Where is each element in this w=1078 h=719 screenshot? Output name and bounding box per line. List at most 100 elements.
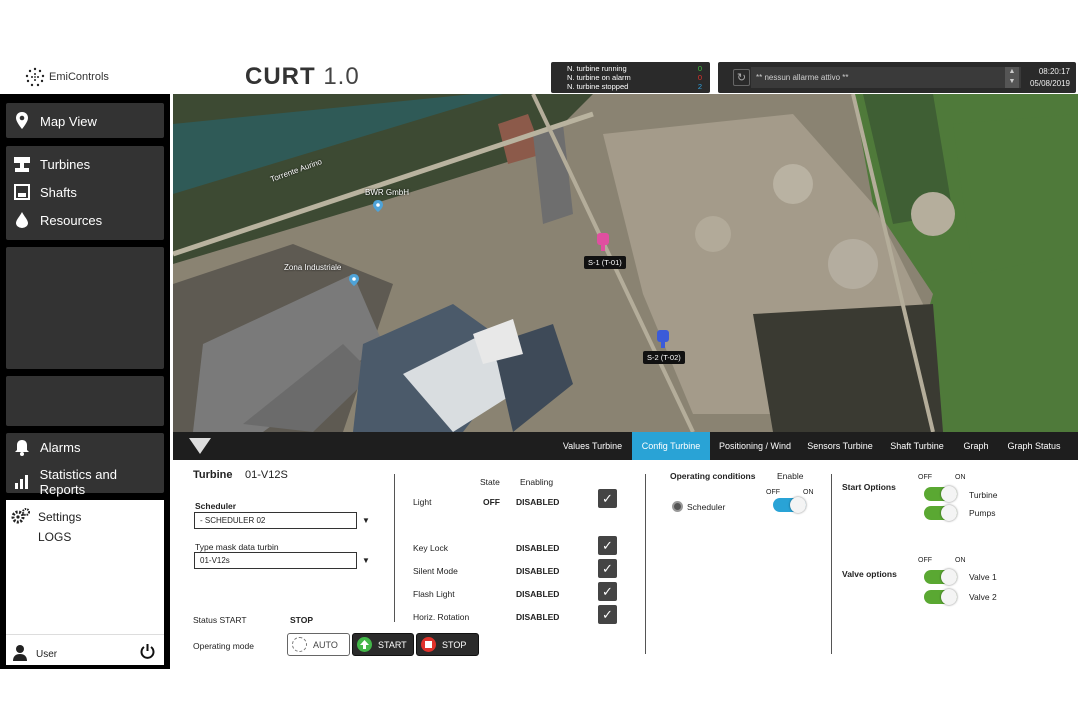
nav-statistics-label: Statistics and Reports xyxy=(39,467,117,497)
operating-conditions-title: Operating conditions xyxy=(670,471,756,481)
valve2-toggle[interactable] xyxy=(924,589,957,605)
tab-shaft-turbine[interactable]: Shaft Turbine xyxy=(888,432,946,460)
nav-map-view[interactable]: Map View xyxy=(6,112,97,130)
nav-group-resources: Turbines Shafts Resources xyxy=(6,146,164,240)
refresh-icon[interactable]: ↻ xyxy=(733,69,750,86)
start-option-pumps: Pumps xyxy=(969,508,996,518)
function-light-state: OFF xyxy=(483,497,500,507)
operating-mode-label: Operating mode xyxy=(193,641,254,651)
collapse-triangle-icon[interactable] xyxy=(189,438,211,454)
nav-turbines[interactable]: Turbines xyxy=(6,156,90,173)
emicontrols-logo-icon xyxy=(25,67,45,87)
nav-empty-panel-1 xyxy=(6,247,164,369)
nav-alarms[interactable]: Alarms xyxy=(6,439,80,456)
nav-group-map: Map View xyxy=(6,103,164,138)
flash-light-checkbox[interactable]: ✓ xyxy=(598,582,617,601)
map-label-zona: Zona Industriale xyxy=(284,263,342,272)
satellite-map[interactable]: Torrente Aurino BWR GmbH Zona Industrial… xyxy=(173,94,1078,432)
nav-map-view-label: Map View xyxy=(40,113,97,129)
toggle-knob xyxy=(941,589,957,605)
enabling-header: Enabling xyxy=(520,477,554,487)
toggle-knob xyxy=(790,497,806,513)
config-panel: Turbine 01-V12S Scheduler - SCHEDULER 02… xyxy=(173,460,1078,669)
chevron-down-icon[interactable]: ▼ xyxy=(362,516,370,525)
turbine-marker-s2-icon[interactable] xyxy=(656,329,670,349)
scheduler-condition-label: Scheduler xyxy=(687,502,726,512)
turbine-marker-s1-icon[interactable] xyxy=(596,232,610,252)
tab-graph-status[interactable]: Graph Status xyxy=(1003,432,1065,460)
function-rotation-name: Horiz. Rotation xyxy=(413,612,470,622)
tab-graph[interactable]: Graph xyxy=(959,432,993,460)
function-rotation-enabling: DISABLED xyxy=(516,612,560,622)
check-icon: ✓ xyxy=(602,560,613,576)
scheduler-label: Scheduler xyxy=(195,501,237,511)
divider xyxy=(645,474,646,654)
start-button-label: START xyxy=(378,639,407,650)
summary-alarm-value: 0 xyxy=(697,73,702,82)
nav-group-settings: Settings LOGS xyxy=(6,500,164,634)
turbine-label-s1[interactable]: S-1 (T-01) xyxy=(584,256,626,269)
nav-statistics[interactable]: Statistics and Reports xyxy=(6,467,164,497)
start-arrow-icon xyxy=(357,637,372,652)
scroll-down-icon[interactable]: ▼ xyxy=(1005,77,1019,87)
company-name: EmiControls xyxy=(49,71,109,83)
valve1-toggle[interactable] xyxy=(924,569,957,585)
power-icon[interactable] xyxy=(139,643,156,665)
start-option-turbine: Turbine xyxy=(969,490,998,500)
function-flash-enabling: DISABLED xyxy=(516,589,560,599)
turbine-start-toggle[interactable] xyxy=(924,486,957,502)
oc-on-label: ON xyxy=(803,489,814,496)
summary-stopped-label: N. turbine stopped xyxy=(567,82,629,91)
app-brand: CURT 1.0 xyxy=(245,63,360,91)
tab-config-turbine[interactable]: Config Turbine xyxy=(632,432,710,460)
nav-logs[interactable]: LOGS xyxy=(38,530,71,544)
stop-button[interactable]: STOP xyxy=(416,633,479,656)
water-drop-icon xyxy=(10,212,34,228)
valve-option-2: Valve 2 xyxy=(969,592,997,602)
nav-shafts-label: Shafts xyxy=(40,184,77,200)
type-mask-select[interactable]: 01-V12s xyxy=(194,552,357,569)
nav-settings[interactable]: Settings xyxy=(38,510,81,524)
keylock-checkbox[interactable]: ✓ xyxy=(598,536,617,555)
tab-values-turbine[interactable]: Values Turbine xyxy=(559,432,626,460)
map-label-bwr: BWR GmbH xyxy=(365,188,409,197)
auto-button-label: AUTO xyxy=(313,639,338,650)
silent-mode-checkbox[interactable]: ✓ xyxy=(598,559,617,578)
light-checkbox[interactable]: ✓ xyxy=(598,489,617,508)
oc-off-label: OFF xyxy=(766,489,780,496)
chevron-down-icon[interactable]: ▼ xyxy=(362,556,370,565)
start-on-label: ON xyxy=(955,474,966,481)
scroll-up-icon[interactable]: ▲ xyxy=(1005,67,1019,77)
nav-shafts[interactable]: Shafts xyxy=(6,184,77,200)
scheduler-select[interactable]: - SCHEDULER 02 xyxy=(194,512,357,529)
scheduler-enable-toggle[interactable] xyxy=(773,497,806,513)
app-window: EmiControls CURT 1.0 N. turbine running … xyxy=(0,0,1078,719)
turbine-summary-panel: N. turbine running 0 N. turbine on alarm… xyxy=(551,62,710,93)
clock-date: 05/08/2019 xyxy=(1029,79,1070,88)
valve-on-label: ON xyxy=(955,557,966,564)
pumps-start-toggle[interactable] xyxy=(924,505,957,521)
tab-sensors-turbine[interactable]: Sensors Turbine xyxy=(806,432,874,460)
turbine-value: 01-V12S xyxy=(245,469,288,481)
alarm-scrollbar[interactable]: ▲ ▼ xyxy=(1005,67,1019,88)
scheduler-radio[interactable] xyxy=(672,501,683,512)
nav-resources[interactable]: Resources xyxy=(6,212,102,228)
valve-options-title: Valve options xyxy=(842,569,897,579)
clock-time: 08:20:17 xyxy=(1038,67,1070,76)
start-button[interactable]: START xyxy=(352,633,414,656)
map-pin-icon xyxy=(10,112,34,130)
summary-running-value: 0 xyxy=(697,64,702,73)
user-icon xyxy=(12,644,28,666)
nav-resources-label: Resources xyxy=(40,212,103,228)
shaft-icon xyxy=(10,184,34,200)
turbine-label-s2[interactable]: S-2 (T-02) xyxy=(643,351,685,364)
user-label[interactable]: User xyxy=(36,649,57,660)
function-flash-name: Flash Light xyxy=(413,589,455,599)
function-light-name: Light xyxy=(413,497,432,507)
divider xyxy=(831,474,832,654)
tab-positioning-wind[interactable]: Positioning / Wind xyxy=(714,432,796,460)
horiz-rotation-checkbox[interactable]: ✓ xyxy=(598,605,617,624)
function-silent-name: Silent Mode xyxy=(413,566,458,576)
status-start-value: STOP xyxy=(290,615,313,625)
auto-button[interactable]: AUTO xyxy=(287,633,350,656)
